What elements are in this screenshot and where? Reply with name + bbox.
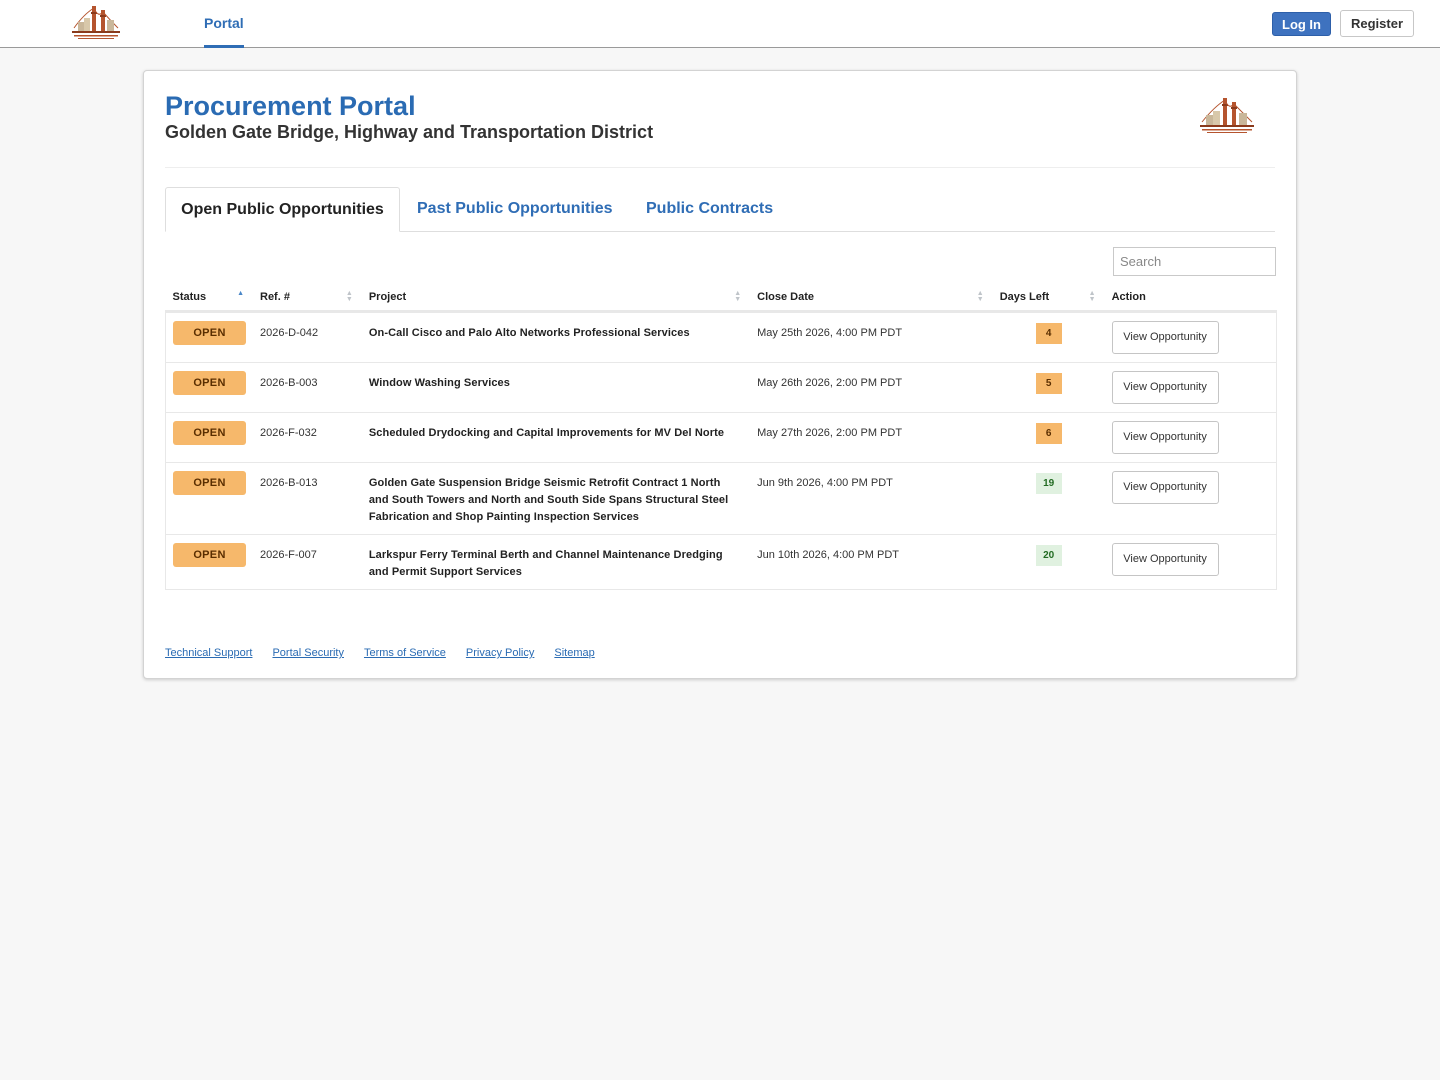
- table-row: OPEN 2026-D-042 On-Call Cisco and Palo A…: [165, 311, 1277, 362]
- status-badge: OPEN: [173, 370, 246, 395]
- footer-link-terms-of-service[interactable]: Terms of Service: [364, 647, 446, 659]
- column-header-project[interactable]: Project ▲ ▼: [361, 284, 751, 313]
- view-opportunity-button[interactable]: View Opportunity: [1111, 420, 1219, 454]
- project-name: Window Washing Services: [368, 376, 510, 389]
- days-left-badge: 5: [1035, 372, 1062, 394]
- days-left-badge: 4: [1035, 322, 1062, 344]
- sort-icon: ▲ ▼: [734, 290, 742, 303]
- close-date: May 27th 2026, 2:00 PM PDT: [757, 426, 903, 439]
- project-name: Golden Gate Suspension Bridge Seismic Re…: [368, 476, 729, 523]
- footer-link-portal-security[interactable]: Portal Security: [272, 647, 344, 659]
- view-opportunity-button[interactable]: View Opportunity: [1111, 370, 1219, 404]
- ref-number: 2026-D-042: [260, 326, 319, 339]
- view-opportunity-button[interactable]: View Opportunity: [1111, 320, 1219, 354]
- ref-number: 2026-F-007: [260, 548, 317, 561]
- table-row: OPEN 2026-B-013 Golden Gate Suspension B…: [165, 462, 1277, 534]
- register-button[interactable]: Register: [1340, 10, 1414, 37]
- close-date: May 25th 2026, 4:00 PM PDT: [757, 326, 903, 339]
- close-date: Jun 10th 2026, 4:00 PM PDT: [757, 548, 899, 561]
- opportunities-table-wrap: Status ▲ Ref. # ▲ ▼ Project ▲ ▼ Close Date ▲ ▼ …: [165, 284, 1277, 590]
- sort-icon: ▲ ▼: [976, 290, 984, 303]
- page-subtitle: Golden Gate Bridge, Highway and Transpor…: [165, 122, 654, 142]
- project-name: On-Call Cisco and Palo Alto Networks Pro…: [368, 326, 690, 339]
- tab-public-contracts[interactable]: Public Contracts: [646, 187, 773, 232]
- days-left-badge: 20: [1035, 544, 1062, 566]
- opportunity-tabs: Open Public Opportunities Past Public Op…: [165, 187, 1275, 232]
- project-name: Scheduled Drydocking and Capital Improve…: [368, 426, 725, 439]
- login-button[interactable]: Log In: [1272, 12, 1331, 36]
- header-divider: [165, 167, 1275, 168]
- opportunities-table: Status ▲ Ref. # ▲ ▼ Project ▲ ▼ Close Date ▲ ▼ …: [165, 284, 1277, 590]
- column-header-status[interactable]: Status ▲: [165, 284, 253, 313]
- view-opportunity-button[interactable]: View Opportunity: [1111, 542, 1219, 576]
- search-input[interactable]: [1113, 247, 1276, 276]
- table-header-row: Status ▲ Ref. # ▲ ▼ Project ▲ ▼ Close Date ▲ ▼ …: [165, 284, 1277, 313]
- days-left-badge: 6: [1035, 422, 1062, 444]
- status-badge: OPEN: [173, 542, 246, 567]
- tab-past-public-opportunities[interactable]: Past Public Opportunities: [417, 187, 613, 232]
- column-header-ref[interactable]: Ref. # ▲ ▼: [253, 284, 362, 313]
- page-title: Procurement Portal: [165, 91, 416, 121]
- sort-asc-icon: ▲: [237, 290, 244, 297]
- table-row: OPEN 2026-B-003 Window Washing Services …: [165, 362, 1277, 412]
- footer-links: Technical Support Portal Security Terms of…: [165, 647, 615, 659]
- footer-link-privacy-policy[interactable]: Privacy Policy: [466, 647, 534, 659]
- procurement-card: Procurement Portal Golden Gate Bridge, H…: [143, 70, 1297, 679]
- top-nav: Portal Log In Register: [0, 0, 1440, 48]
- nav-tab-portal[interactable]: Portal: [204, 0, 244, 48]
- sort-icon: ▲ ▼: [345, 290, 353, 303]
- status-badge: OPEN: [173, 320, 246, 345]
- column-header-close-date[interactable]: Close Date ▲ ▼: [750, 284, 993, 313]
- status-badge: OPEN: [173, 420, 246, 445]
- table-row: OPEN 2026-F-007 Larkspur Ferry Terminal …: [165, 534, 1277, 589]
- sort-icon: ▲ ▼: [1088, 290, 1096, 303]
- project-name: Larkspur Ferry Terminal Berth and Channe…: [368, 548, 723, 578]
- district-logo-icon: [1200, 98, 1254, 133]
- ref-number: 2026-F-032: [260, 426, 317, 439]
- status-badge: OPEN: [173, 470, 246, 495]
- district-logo-icon[interactable]: [70, 4, 122, 42]
- close-date: May 26th 2026, 2:00 PM PDT: [757, 376, 903, 389]
- view-opportunity-button[interactable]: View Opportunity: [1111, 470, 1219, 504]
- column-header-action: Action: [1104, 284, 1277, 313]
- ref-number: 2026-B-013: [260, 476, 318, 489]
- days-left-badge: 19: [1035, 472, 1062, 494]
- table-row: OPEN 2026-F-032 Scheduled Drydocking and…: [165, 412, 1277, 462]
- tab-open-public-opportunities[interactable]: Open Public Opportunities: [165, 187, 400, 232]
- close-date: Jun 9th 2026, 4:00 PM PDT: [757, 476, 893, 489]
- footer-link-technical-support[interactable]: Technical Support: [165, 647, 252, 659]
- column-header-days-left[interactable]: Days Left ▲ ▼: [992, 284, 1105, 313]
- footer-link-sitemap[interactable]: Sitemap: [554, 647, 594, 659]
- ref-number: 2026-B-003: [260, 376, 318, 389]
